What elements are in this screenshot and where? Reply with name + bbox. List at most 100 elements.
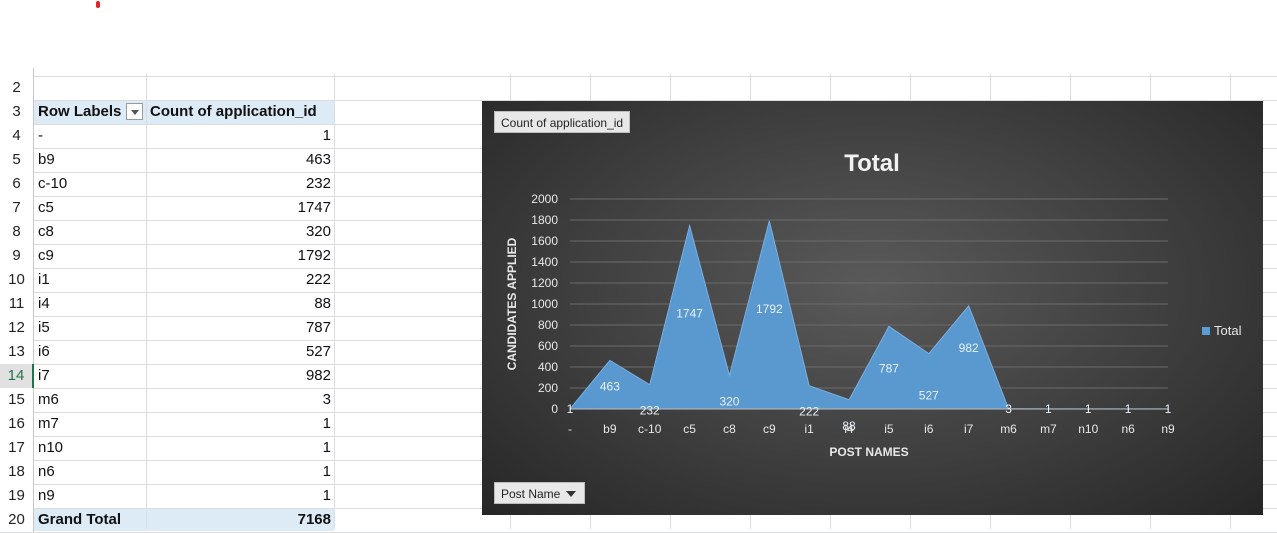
row-labels-filter-button[interactable] bbox=[126, 103, 143, 120]
data-label: 1747 bbox=[676, 307, 703, 321]
row-number[interactable]: 5 bbox=[0, 148, 34, 172]
red-marker bbox=[96, 1, 100, 8]
row-number[interactable]: 4 bbox=[0, 124, 34, 148]
pivot-row-value[interactable]: 527 bbox=[150, 340, 331, 364]
data-label: 982 bbox=[959, 341, 979, 355]
chart-title: Total bbox=[844, 150, 900, 177]
grand-total-label[interactable]: Grand Total bbox=[38, 508, 121, 532]
y-tick-label: 600 bbox=[538, 339, 558, 353]
y-tick-label: 400 bbox=[538, 360, 558, 374]
y-tick-label: 1600 bbox=[531, 234, 558, 248]
row-number[interactable]: 8 bbox=[0, 220, 34, 244]
row-number[interactable]: 11 bbox=[0, 292, 34, 316]
pivot-row-label[interactable]: c9 bbox=[38, 244, 54, 268]
pivot-chart[interactable]: 0 200 400 600 800 1000 1200 1400 1600 1800 2000 - b9… bbox=[482, 101, 1263, 515]
pivot-row-value[interactable]: 1 bbox=[150, 460, 331, 484]
row-number[interactable]: 14 bbox=[0, 364, 34, 388]
y-tick-label: 200 bbox=[538, 381, 558, 395]
row-number[interactable]: 19 bbox=[0, 484, 34, 508]
row-header-top bbox=[0, 68, 34, 76]
x-tick-label: i1 bbox=[805, 422, 815, 436]
pivot-row-value[interactable]: 982 bbox=[150, 364, 331, 388]
row-number[interactable]: 9 bbox=[0, 244, 34, 268]
pivot-row-label[interactable]: m7 bbox=[38, 412, 59, 436]
pivot-row-label[interactable]: c-10 bbox=[38, 172, 67, 196]
pivot-row-label[interactable]: i6 bbox=[38, 340, 50, 364]
row-number[interactable]: 16 bbox=[0, 412, 34, 436]
value-field-button[interactable]: Count of application_id bbox=[494, 111, 631, 133]
data-label: 1 bbox=[1165, 402, 1172, 416]
pivot-row-value[interactable]: 787 bbox=[150, 316, 331, 340]
pivot-row-label[interactable]: n6 bbox=[38, 460, 55, 484]
pivot-row-value[interactable]: 3 bbox=[150, 388, 331, 412]
x-tick-label: b9 bbox=[603, 422, 617, 436]
data-label: 1 bbox=[1085, 402, 1092, 416]
row-number[interactable]: 20 bbox=[0, 508, 34, 532]
pivot-row-value[interactable]: 1 bbox=[150, 412, 331, 436]
row-number[interactable]: 6 bbox=[0, 172, 34, 196]
x-tick-label: m7 bbox=[1040, 422, 1057, 436]
x-tick-label: i6 bbox=[924, 422, 934, 436]
pivot-row-value[interactable]: 232 bbox=[150, 172, 331, 196]
data-label: 1 bbox=[1045, 402, 1052, 416]
row-number[interactable]: 2 bbox=[0, 76, 34, 100]
pivot-row-label[interactable]: i1 bbox=[38, 268, 50, 292]
data-label: 222 bbox=[799, 405, 819, 419]
row-number[interactable]: 10 bbox=[0, 268, 34, 292]
pivot-row-value[interactable]: 88 bbox=[150, 292, 331, 316]
data-label: 320 bbox=[719, 394, 739, 408]
grand-total-value[interactable]: 7168 bbox=[150, 508, 331, 532]
row-number[interactable]: 7 bbox=[0, 196, 34, 220]
legend-label: Total bbox=[1214, 323, 1242, 338]
y-axis-title: CANDIDATES APPLIED bbox=[505, 237, 519, 370]
pivot-header-count[interactable]: Count of application_id bbox=[150, 100, 331, 124]
row-number[interactable]: 3 bbox=[0, 100, 34, 124]
pivot-row-value[interactable]: 1 bbox=[150, 484, 331, 508]
pivot-header-row-labels[interactable]: Row Labels bbox=[38, 100, 121, 124]
legend-swatch bbox=[1202, 326, 1210, 335]
x-tick-label: i7 bbox=[964, 422, 974, 436]
row-number[interactable]: 18 bbox=[0, 460, 34, 484]
x-tick-label: m6 bbox=[1000, 422, 1017, 436]
x-tick-label: c-10 bbox=[638, 422, 662, 436]
x-axis-title: POST NAMES bbox=[829, 445, 908, 459]
y-tick-label: 0 bbox=[551, 402, 558, 416]
pivot-row-value[interactable]: 463 bbox=[150, 148, 331, 172]
data-label: 1 bbox=[1125, 402, 1132, 416]
y-tick-label: 1200 bbox=[531, 276, 558, 290]
pivot-row-label[interactable]: b9 bbox=[38, 148, 55, 172]
pivot-row-value[interactable]: 320 bbox=[150, 220, 331, 244]
x-tick-label: n9 bbox=[1161, 422, 1175, 436]
row-number[interactable]: 13 bbox=[0, 340, 34, 364]
pivot-row-label[interactable]: c8 bbox=[38, 220, 54, 244]
data-label: 88 bbox=[842, 419, 856, 433]
pivot-row-label[interactable]: i7 bbox=[38, 364, 50, 388]
pivot-row-label[interactable]: - bbox=[38, 124, 43, 148]
row-number[interactable]: 12 bbox=[0, 316, 34, 340]
pivot-row-value[interactable]: 1 bbox=[150, 436, 331, 460]
row-number[interactable]: 15 bbox=[0, 388, 34, 412]
pivot-row-label[interactable]: n9 bbox=[38, 484, 55, 508]
x-tick-label: - bbox=[568, 422, 572, 436]
x-tick-label: n6 bbox=[1121, 422, 1135, 436]
area-chart: 0 200 400 600 800 1000 1200 1400 1600 1800 2000 - b9… bbox=[505, 150, 1175, 459]
pivot-row-label[interactable]: i4 bbox=[38, 292, 50, 316]
pivot-row-label[interactable]: i5 bbox=[38, 316, 50, 340]
pivot-row-value[interactable]: 1 bbox=[150, 124, 331, 148]
x-tick-label: c8 bbox=[723, 422, 736, 436]
axis-field-button[interactable]: Post Name bbox=[494, 482, 586, 504]
pivot-row-label[interactable]: m6 bbox=[38, 388, 59, 412]
pivot-row-value[interactable]: 1747 bbox=[150, 196, 331, 220]
pivot-row-label[interactable]: n10 bbox=[38, 436, 63, 460]
row-number[interactable]: 17 bbox=[0, 436, 34, 460]
x-tick-label: c9 bbox=[763, 422, 776, 436]
data-label: 3 bbox=[1005, 402, 1012, 416]
pivot-row-value[interactable]: 222 bbox=[150, 268, 331, 292]
grid-line-horizontal bbox=[0, 76, 1277, 77]
data-label: 787 bbox=[879, 361, 899, 375]
pivot-row-value[interactable]: 1792 bbox=[150, 244, 331, 268]
chart-legend: Total bbox=[1202, 323, 1241, 338]
data-label: 463 bbox=[600, 379, 620, 393]
area-series-total bbox=[569, 220, 1169, 410]
pivot-row-label[interactable]: c5 bbox=[38, 196, 54, 220]
